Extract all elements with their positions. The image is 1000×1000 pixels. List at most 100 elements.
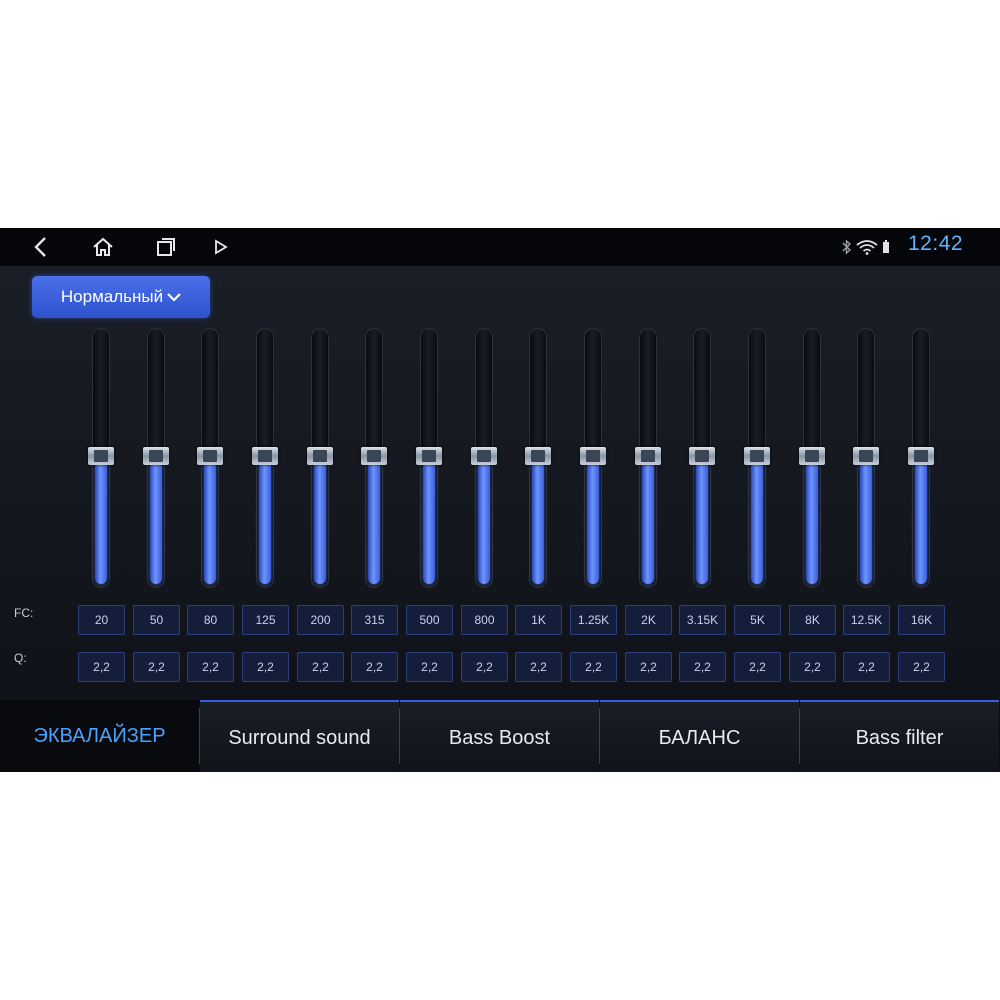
bluetooth-icon (842, 239, 852, 255)
slider-fill (751, 461, 763, 584)
fc-value-cell[interactable]: 12.5K (843, 605, 890, 635)
slider-thumb[interactable] (525, 447, 551, 465)
slider-thumb[interactable] (853, 447, 879, 465)
media-button[interactable] (204, 232, 238, 262)
eq-slider-band[interactable] (197, 328, 223, 590)
slider-thumb[interactable] (307, 447, 333, 465)
tab-label: Bass Boost (448, 726, 551, 749)
slider-fill (204, 461, 216, 584)
tab-divider (199, 708, 200, 764)
preset-dropdown[interactable]: Нормальный (32, 276, 210, 318)
fc-value-cell[interactable]: 1K (515, 605, 562, 635)
q-value-cell[interactable]: 2,2 (734, 652, 781, 682)
q-value-cell[interactable]: 2,2 (570, 652, 617, 682)
eq-slider-band[interactable] (908, 328, 934, 590)
home-button[interactable] (86, 232, 120, 262)
q-value-cell[interactable]: 2,2 (406, 652, 453, 682)
tab-divider (799, 708, 800, 764)
eq-slider-band[interactable] (580, 328, 606, 590)
fc-value-cell[interactable]: 200 (297, 605, 344, 635)
q-value-cell[interactable]: 2,2 (679, 652, 726, 682)
q-value-cell[interactable]: 2,2 (242, 652, 289, 682)
recent-apps-button[interactable] (149, 232, 183, 262)
q-value-cell[interactable]: 2,2 (515, 652, 562, 682)
eq-slider-band[interactable] (689, 328, 715, 590)
slider-thumb[interactable] (143, 447, 169, 465)
slider-thumb[interactable] (580, 447, 606, 465)
eq-slider-band[interactable] (307, 328, 333, 590)
audio-tab-bar: ЭКВАЛАЙЗЕР Surround sound Bass Boost БАЛАНС… (0, 700, 1000, 772)
q-value-cell[interactable]: 2,2 (133, 652, 180, 682)
slider-thumb[interactable] (252, 447, 278, 465)
tab-0[interactable]: ЭКВАЛАЙЗЕР (0, 700, 199, 772)
slider-fill (806, 461, 818, 584)
chevron-down-icon (167, 293, 181, 302)
tab-1[interactable]: Surround sound (200, 700, 399, 772)
slider-fill (314, 461, 326, 584)
slider-thumb[interactable] (635, 447, 661, 465)
fc-value-cell[interactable]: 8K (789, 605, 836, 635)
tab-2[interactable]: Bass Boost (400, 700, 599, 772)
fc-value-cell[interactable]: 20 (78, 605, 125, 635)
eq-slider-band[interactable] (416, 328, 442, 590)
q-value-cell[interactable]: 2,2 (297, 652, 344, 682)
slider-thumb[interactable] (471, 447, 497, 465)
slider-thumb[interactable] (88, 447, 114, 465)
q-value-cell[interactable]: 2,2 (461, 652, 508, 682)
eq-slider-band[interactable] (143, 328, 169, 590)
eq-slider-band[interactable] (361, 328, 387, 590)
slider-fill (696, 461, 708, 584)
recent-apps-icon (157, 238, 175, 256)
tab-label: БАЛАНС (658, 726, 741, 749)
fc-value-cell[interactable]: 5K (734, 605, 781, 635)
back-button[interactable] (24, 232, 58, 262)
q-value-cell[interactable]: 2,2 (351, 652, 398, 682)
tab-label: Surround sound (228, 726, 371, 749)
battery-icon (883, 240, 889, 253)
fc-value-cell[interactable]: 2K (625, 605, 672, 635)
fc-value-cell[interactable]: 1.25K (570, 605, 617, 635)
slider-thumb[interactable] (197, 447, 223, 465)
fc-value-cell[interactable]: 3.15K (679, 605, 726, 635)
slider-thumb[interactable] (744, 447, 770, 465)
q-value-cell[interactable]: 2,2 (898, 652, 945, 682)
q-value-cell[interactable]: 2,2 (789, 652, 836, 682)
tab-4[interactable]: Bass filter (800, 700, 999, 772)
eq-slider-band[interactable] (525, 328, 551, 590)
slider-thumb[interactable] (416, 447, 442, 465)
eq-slider-band[interactable] (635, 328, 661, 590)
slider-fill (860, 461, 872, 584)
tab-divider (599, 708, 600, 764)
slider-thumb[interactable] (689, 447, 715, 465)
eq-slider-band[interactable] (853, 328, 879, 590)
slider-fill (95, 461, 107, 584)
fc-value-cell[interactable]: 80 (187, 605, 234, 635)
equalizer-panel: Нормальный FC: Q: 20 50 80 125 200 315 500 800 1… (0, 266, 1000, 700)
eq-slider-band[interactable] (471, 328, 497, 590)
fc-value-cell[interactable]: 16K (898, 605, 945, 635)
q-value-cell[interactable]: 2,2 (78, 652, 125, 682)
fc-value-cell[interactable]: 50 (133, 605, 180, 635)
eq-slider-band[interactable] (799, 328, 825, 590)
fc-value-cell[interactable]: 500 (406, 605, 453, 635)
tab-3[interactable]: БАЛАНС (600, 700, 799, 772)
eq-slider-band[interactable] (252, 328, 278, 590)
fc-value-cell[interactable]: 125 (242, 605, 289, 635)
fc-row-label: FC: (14, 606, 34, 620)
q-value-cell[interactable]: 2,2 (843, 652, 890, 682)
fc-value-cell[interactable]: 800 (461, 605, 508, 635)
slider-fill (532, 461, 544, 584)
head-unit-screen: 12:42 Нормальный FC: Q: 20 50 80 125 200 315 5… (0, 228, 1000, 772)
q-value-cell[interactable]: 2,2 (187, 652, 234, 682)
clock: 12:42 (908, 232, 964, 255)
slider-fill (423, 461, 435, 584)
slider-fill (368, 461, 380, 584)
eq-slider-band[interactable] (744, 328, 770, 590)
q-value-cell[interactable]: 2,2 (625, 652, 672, 682)
slider-thumb[interactable] (908, 447, 934, 465)
slider-thumb[interactable] (361, 447, 387, 465)
fc-value-cell[interactable]: 315 (351, 605, 398, 635)
slider-thumb[interactable] (799, 447, 825, 465)
preset-label: Нормальный (60, 287, 164, 306)
eq-slider-band[interactable] (88, 328, 114, 590)
